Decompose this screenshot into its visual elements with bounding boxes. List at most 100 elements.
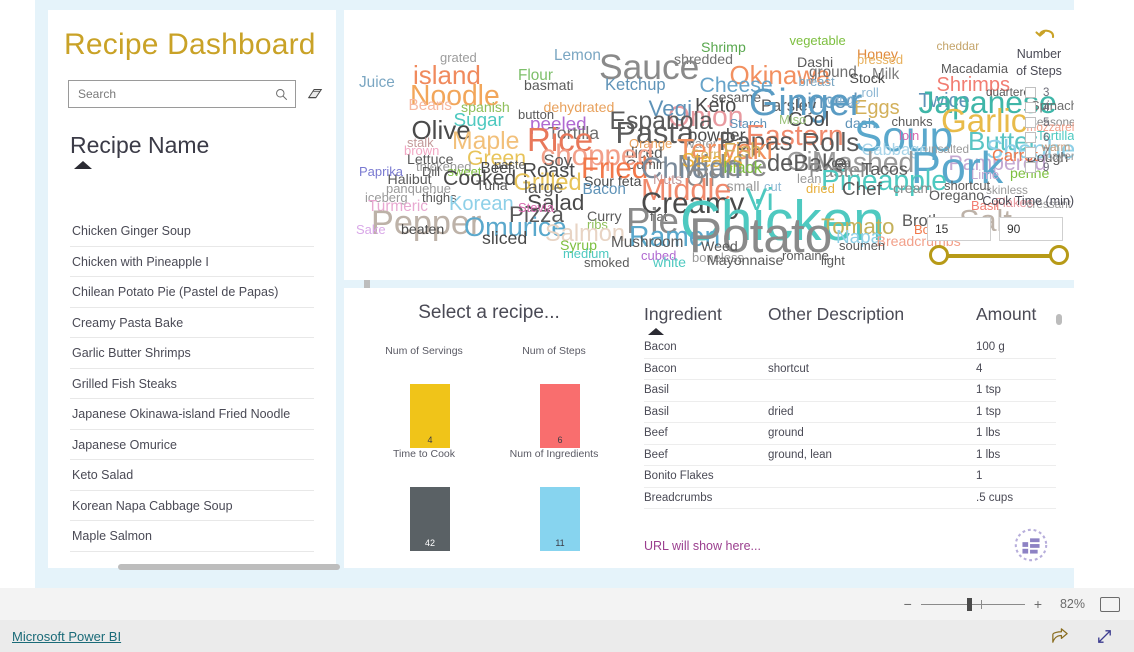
word-cloud-word[interactable]: Juice [359, 75, 395, 91]
table-row[interactable]: Bonito Flakes 1 [644, 466, 1056, 488]
word-cloud-word[interactable]: basmati [524, 79, 574, 93]
power-bi-report-page: Recipe Dashboard Recipe Name Chicken Gin… [0, 0, 1134, 652]
steps-checkbox-row[interactable]: 3 [1002, 85, 1076, 100]
checkbox[interactable] [1025, 87, 1036, 98]
table-row[interactable]: Beef ground, lean 1 lbs [644, 445, 1056, 466]
word-cloud-word[interactable]: Sake [356, 223, 386, 236]
word-cloud-word[interactable]: pressed [857, 53, 903, 66]
cook-time-slider-min-handle[interactable] [929, 245, 949, 265]
word-cloud-word[interactable]: Lemon [554, 47, 601, 63]
checkbox-label: 4 [1043, 101, 1050, 114]
share-icon[interactable] [1050, 627, 1069, 646]
cook-time-max-input[interactable]: 90 [999, 217, 1063, 241]
steps-checkbox-row[interactable]: 9 [1002, 160, 1076, 175]
microsoft-power-bi-link[interactable]: Microsoft Power BI [12, 629, 121, 644]
list-item[interactable]: Korean Napa Cabbage Soup [70, 491, 314, 521]
word-cloud-word[interactable]: Ketchup [605, 77, 666, 94]
column-header-amount[interactable]: Amount [976, 304, 1056, 335]
kpi-bar[interactable]: 4 [410, 384, 450, 448]
sort-ascending-caret-icon[interactable] [74, 161, 92, 169]
list-item[interactable]: Grilled Fish Steaks [70, 369, 314, 399]
list-item[interactable]: Keto Salad [70, 460, 314, 491]
list-item[interactable]: Japanese Okinawa-island Fried Noodle [70, 399, 314, 430]
kpi-label: Num of Ingredients [509, 448, 599, 460]
recipe-list[interactable]: Chicken Ginger Soup Chicken with Pineappl… [70, 216, 314, 556]
checkbox[interactable] [1025, 147, 1036, 158]
recipe-list-horizontal-scrollbar[interactable] [118, 564, 340, 570]
kpi-bar[interactable]: 6 [540, 384, 580, 448]
checkbox[interactable] [1025, 102, 1036, 113]
search-box[interactable] [68, 80, 296, 108]
table-row[interactable]: Basil dried 1 tsp [644, 402, 1056, 423]
word-cloud-word[interactable]: vegetable [790, 34, 846, 47]
search-row [68, 80, 336, 108]
steps-checkbox-row[interactable]: 4 [1002, 100, 1076, 115]
column-header-other-description[interactable]: Other Description [768, 304, 976, 335]
steps-checkbox-list[interactable]: 3 4 5 6 7 9 [1002, 85, 1076, 175]
column-header-ingredient[interactable]: Ingredient [644, 304, 768, 325]
table-cell: 1 [976, 470, 983, 483]
word-cloud-word[interactable]: Mayonnaise [707, 254, 783, 268]
table-cell: Basil [644, 405, 669, 418]
list-item[interactable]: Japanese Omurice [70, 430, 314, 460]
word-cloud-word[interactable]: Beans [409, 97, 452, 113]
word-cloud[interactable]: grated Lemon Shrimp vegetable Honey cheddar sh… [344, 10, 1074, 280]
word-cloud-word[interactable]: Macadamia [941, 62, 1008, 75]
table-row[interactable]: Bacon shortcut 4 [644, 359, 1056, 380]
list-item[interactable]: Creamy Pasta Bake [70, 308, 314, 338]
word-cloud-word[interactable]: cheddar [937, 40, 980, 53]
checkbox[interactable] [1025, 132, 1036, 143]
kpi-label: Time to Cook [392, 448, 456, 460]
checkbox[interactable] [1025, 117, 1036, 128]
url-placeholder-text[interactable]: URL will show here... [644, 539, 761, 553]
table-row[interactable]: Beef ground 1 lbs [644, 423, 1056, 445]
search-icon[interactable] [275, 88, 288, 101]
steps-checkbox-row[interactable]: 6 [1002, 130, 1076, 145]
table-body[interactable]: Bacon 100 g Bacon shortcut 4 Basil 1 tsp Basil d… [644, 337, 1056, 509]
filter-title-line1: Number [1016, 47, 1062, 61]
cook-time-slider-track[interactable] [938, 254, 1058, 258]
eraser-icon[interactable] [306, 85, 324, 103]
table-cell: Beef [644, 448, 668, 461]
word-cloud-word[interactable]: sliced [482, 229, 527, 248]
list-item[interactable]: Chicken Ginger Soup [70, 216, 314, 247]
word-cloud-word[interactable]: white [653, 256, 686, 270]
table-vertical-scrollbar[interactable] [1056, 314, 1062, 325]
word-cloud-word[interactable]: Tuna [476, 178, 508, 192]
list-item[interactable]: Chilean Potato Pie (Pastel de Papas) [70, 277, 314, 308]
fullscreen-icon[interactable] [1095, 627, 1114, 646]
word-cloud-word[interactable]: Bacon [583, 182, 626, 198]
list-item[interactable]: Maple Salmon [70, 521, 314, 552]
ingredient-table: Ingredient Other Description Amount Baco… [644, 304, 1056, 509]
table-cell: 1 lbs [976, 427, 1001, 440]
kpi-label: Num of Steps [522, 345, 586, 357]
cook-time-min-input[interactable]: 15 [927, 217, 991, 241]
word-cloud-word[interactable]: cream [893, 182, 932, 196]
sort-ascending-caret-icon[interactable] [648, 328, 664, 335]
word-cloud-word[interactable]: light [821, 254, 845, 267]
search-input[interactable] [76, 86, 275, 102]
zoom-slider[interactable] [920, 597, 1025, 611]
zoom-in-button[interactable]: + [1034, 596, 1042, 612]
list-item[interactable]: Garlic Butter Shrimps [70, 338, 314, 369]
checkbox-label: 3 [1043, 86, 1050, 99]
zoom-out-button[interactable]: − [904, 596, 912, 612]
kpi-bar[interactable]: 11 [540, 487, 580, 551]
word-cloud-word[interactable]: beaten [401, 223, 444, 237]
kpi-bar[interactable]: 42 [410, 487, 450, 551]
steps-checkbox-row[interactable]: 7 [1002, 145, 1076, 160]
reset-undo-icon[interactable] [1034, 22, 1060, 48]
zoom-slider-thumb[interactable] [966, 597, 972, 611]
steps-checkbox-row[interactable]: 5 [1002, 115, 1076, 130]
left-gutter [0, 0, 35, 588]
checkbox[interactable] [1025, 162, 1036, 173]
table-row[interactable]: Breadcrumbs .5 cups [644, 488, 1056, 509]
list-item[interactable]: Chicken with Pineapple I [70, 247, 314, 277]
table-cell: Bacon [644, 341, 677, 354]
fit-to-page-icon[interactable] [1100, 596, 1120, 612]
word-cloud-word[interactable]: soumen [839, 239, 885, 252]
table-row[interactable]: Bacon 100 g [644, 337, 1056, 359]
cook-time-slider-max-handle[interactable] [1049, 245, 1069, 265]
table-row[interactable]: Basil 1 tsp [644, 380, 1056, 402]
word-cloud-word[interactable]: smoked [584, 256, 629, 269]
